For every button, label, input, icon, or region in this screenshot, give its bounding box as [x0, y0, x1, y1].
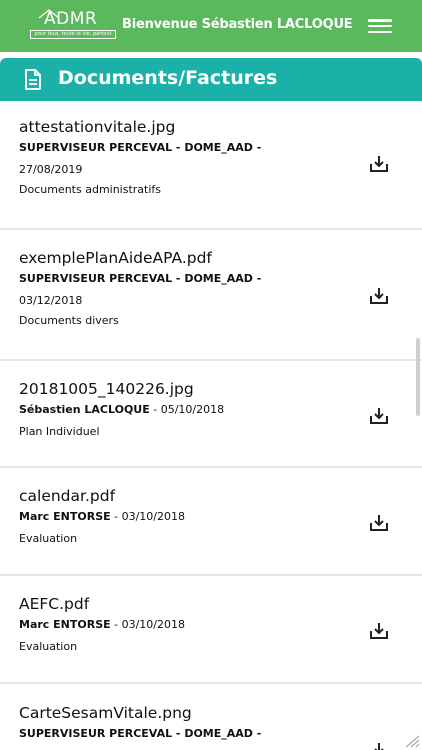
document-author: SUPERVISEUR PERCEVAL - DOME_AAD -	[19, 272, 262, 285]
download-icon[interactable]	[368, 285, 390, 307]
logo-tagline: pour tous, toute la vie, partout	[30, 30, 116, 39]
document-name[interactable]: 20181005_140226.jpg	[19, 380, 422, 398]
document-category: Evaluation	[19, 640, 78, 653]
section-title: Documents/Factures	[58, 67, 278, 89]
top-bar: ADMR pour tous, toute la vie, partout Bi…	[0, 0, 422, 52]
document-item[interactable]: AEFC.pdf Marc ENTORSE - 03/10/2018 Evalu…	[0, 576, 422, 684]
download-icon[interactable]	[368, 620, 390, 642]
download-icon[interactable]	[368, 153, 390, 175]
document-item[interactable]: CarteSesamVitale.png SUPERVISEUR PERCEVA…	[0, 684, 422, 750]
document-category: Documents divers	[19, 314, 119, 327]
resize-handle-icon[interactable]	[402, 734, 420, 748]
document-author: SUPERVISEUR PERCEVAL - DOME_AAD -	[19, 727, 262, 740]
document-author: Marc ENTORSE - 03/10/2018	[19, 618, 186, 631]
document-date: - 03/10/2018	[110, 618, 186, 631]
document-category: Plan Individuel	[19, 425, 100, 438]
document-name[interactable]: calendar.pdf	[19, 487, 422, 505]
document-name[interactable]: attestationvitale.jpg	[19, 118, 422, 136]
document-item[interactable]: 20181005_140226.jpg Sébastien LACLOQUE -…	[0, 361, 422, 468]
scrollbar[interactable]	[416, 338, 420, 416]
logo-text: ADMR	[44, 9, 98, 29]
document-author: Sébastien LACLOQUE - 05/10/2018	[19, 403, 225, 416]
documents-list[interactable]: attestationvitale.jpg SUPERVISEUR PERCEV…	[0, 101, 422, 750]
welcome-message: Bienvenue Sébastien LACLOQUE	[122, 17, 353, 32]
document-date: 03/12/2018	[19, 294, 83, 307]
section-header: Documents/Factures	[0, 58, 422, 101]
download-icon[interactable]	[368, 512, 390, 534]
document-author: Marc ENTORSE - 03/10/2018	[19, 510, 186, 523]
download-icon[interactable]	[368, 740, 390, 750]
document-item[interactable]: attestationvitale.jpg SUPERVISEUR PERCEV…	[0, 101, 422, 230]
document-date: - 03/10/2018	[110, 510, 186, 523]
document-name[interactable]: exemplePlanAideAPA.pdf	[19, 249, 422, 267]
document-icon	[25, 69, 41, 90]
document-item[interactable]: calendar.pdf Marc ENTORSE - 03/10/2018 E…	[0, 468, 422, 576]
download-icon[interactable]	[368, 405, 390, 427]
document-date: - 05/10/2018	[149, 403, 225, 416]
document-category: Documents administratifs	[19, 183, 162, 196]
hamburger-menu-icon[interactable]	[368, 17, 392, 35]
document-date: 27/08/2019	[19, 163, 83, 176]
document-name[interactable]: CarteSesamVitale.png	[19, 704, 422, 722]
document-name[interactable]: AEFC.pdf	[19, 595, 422, 613]
admr-logo[interactable]: ADMR pour tous, toute la vie, partout	[28, 9, 118, 41]
document-category: Evaluation	[19, 532, 78, 545]
document-item[interactable]: exemplePlanAideAPA.pdf SUPERVISEUR PERCE…	[0, 230, 422, 361]
document-author: SUPERVISEUR PERCEVAL - DOME_AAD -	[19, 141, 262, 154]
